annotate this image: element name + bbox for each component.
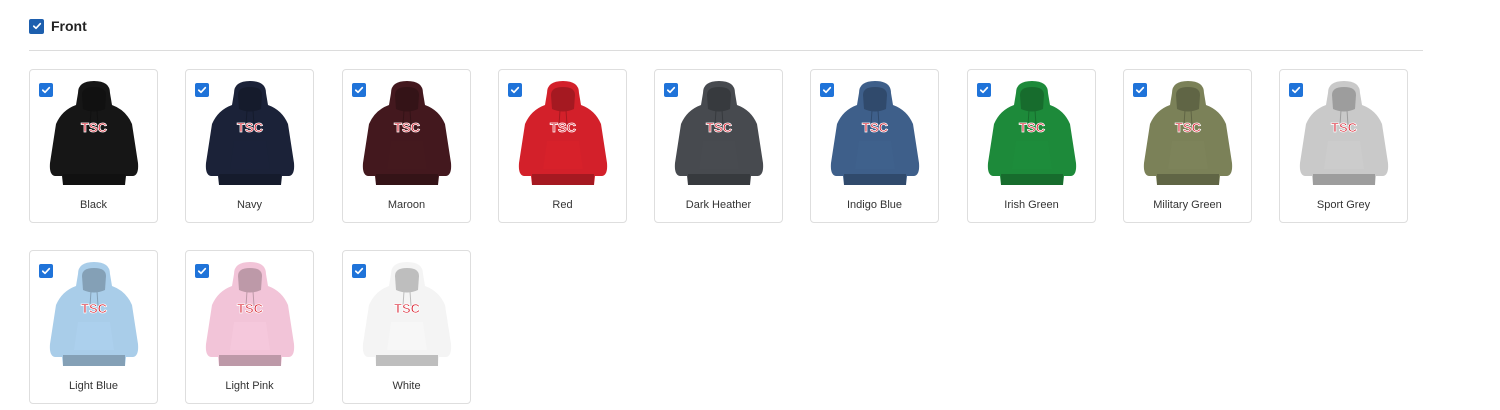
variant-label: Irish Green bbox=[1004, 199, 1059, 211]
variant-card[interactable]: TSC Navy bbox=[185, 69, 314, 223]
logo-text: TSC bbox=[394, 301, 421, 316]
hoodie-image: TSC bbox=[1299, 81, 1389, 185]
variant-label: Dark Heather bbox=[685, 199, 752, 211]
logo-text: TSC bbox=[550, 120, 577, 135]
hoodie-image: TSC bbox=[987, 81, 1077, 185]
hoodie-image: TSC bbox=[518, 81, 608, 185]
section-header-front: Front bbox=[29, 15, 87, 37]
variant-card[interactable]: TSC Red bbox=[498, 69, 627, 223]
logo-text: TSC bbox=[394, 120, 421, 135]
variant-card[interactable]: TSC Light Blue bbox=[29, 250, 158, 404]
checkmark-icon bbox=[32, 22, 41, 30]
variant-card[interactable]: TSC Military Green bbox=[1123, 69, 1252, 223]
divider bbox=[29, 50, 1423, 51]
variant-label: Sport Grey bbox=[1316, 199, 1371, 211]
hoodie-image: TSC bbox=[830, 81, 920, 185]
variant-grid: TSC Black TSC Navy TSC Maroon TSC Red TSC Dark He… bbox=[29, 69, 1429, 409]
logo-text: TSC bbox=[81, 120, 108, 135]
variant-label: Maroon bbox=[387, 199, 426, 211]
hoodie-image: TSC bbox=[205, 81, 295, 185]
logo-text: TSC bbox=[81, 301, 108, 316]
logo-text: TSC bbox=[1331, 120, 1358, 135]
variant-label: Red bbox=[552, 199, 573, 211]
variant-card[interactable]: TSC Irish Green bbox=[967, 69, 1096, 223]
variant-label: Indigo Blue bbox=[846, 199, 903, 211]
hoodie-image: TSC bbox=[205, 262, 295, 366]
logo-text: TSC bbox=[862, 120, 889, 135]
variant-card[interactable]: TSC Dark Heather bbox=[654, 69, 783, 223]
variant-label: White bbox=[392, 380, 421, 392]
variant-label: Light Blue bbox=[69, 380, 118, 392]
logo-text: TSC bbox=[237, 120, 264, 135]
variant-card[interactable]: TSC Black bbox=[29, 69, 158, 223]
variant-card[interactable]: TSC White bbox=[342, 250, 471, 404]
variant-label: Navy bbox=[236, 199, 263, 211]
logo-text: TSC bbox=[706, 120, 733, 135]
variant-label: Light Pink bbox=[225, 380, 274, 392]
variant-card[interactable]: TSC Maroon bbox=[342, 69, 471, 223]
variant-label: Black bbox=[80, 199, 107, 211]
variant-card[interactable]: TSC Indigo Blue bbox=[810, 69, 939, 223]
variant-card[interactable]: TSC Light Pink bbox=[185, 250, 314, 404]
hoodie-image: TSC bbox=[49, 262, 139, 366]
section-title: Front bbox=[51, 18, 87, 34]
hoodie-image: TSC bbox=[49, 81, 139, 185]
hoodie-image: TSC bbox=[362, 81, 452, 185]
logo-text: TSC bbox=[1019, 120, 1046, 135]
hoodie-image: TSC bbox=[674, 81, 764, 185]
hoodie-image: TSC bbox=[1143, 81, 1233, 185]
variant-card[interactable]: TSC Sport Grey bbox=[1279, 69, 1408, 223]
logo-text: TSC bbox=[237, 301, 264, 316]
hoodie-image: TSC bbox=[362, 262, 452, 366]
front-checkbox[interactable] bbox=[29, 18, 44, 34]
logo-text: TSC bbox=[1175, 120, 1202, 135]
variant-label: Military Green bbox=[1153, 199, 1222, 211]
